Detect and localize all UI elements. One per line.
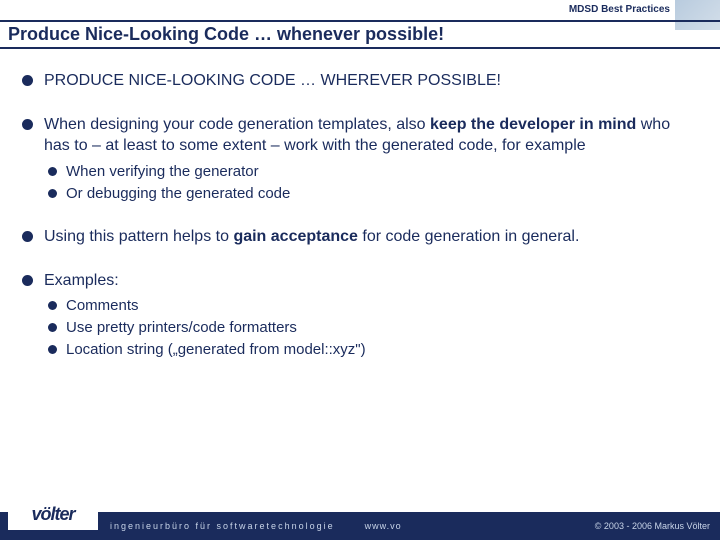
slide-title: Produce Nice-Looking Code … whenever pos… bbox=[8, 24, 712, 45]
b4-sub1: Comments bbox=[44, 295, 700, 317]
b4-sub3: Location string („generated from model::… bbox=[44, 339, 700, 361]
b2-text-a: When designing your code generation temp… bbox=[44, 116, 430, 133]
b4-sub2: Use pretty printers/code formatters bbox=[44, 317, 700, 339]
footer-copyright: © 2003 - 2006 Markus Völter bbox=[595, 521, 710, 531]
content-area: PRODUCE NICE-LOOKING CODE … WHEREVER POS… bbox=[20, 70, 700, 383]
footer-bar: ingenieurbüro für softwaretechnologie ww… bbox=[0, 512, 720, 540]
footer-url: www.vo bbox=[365, 521, 402, 531]
b2-sub1: When verifying the generator bbox=[44, 161, 700, 183]
logo-text: völter bbox=[31, 504, 74, 525]
bullet-4: Examples: Comments Use pretty printers/c… bbox=[20, 270, 700, 361]
bullet-3: Using this pattern helps to gain accepta… bbox=[20, 226, 700, 248]
b2-bold: keep the developer in mind bbox=[430, 116, 636, 133]
b2-sub2: Or debugging the generated code bbox=[44, 183, 700, 205]
b3-text-b: for code generation in general. bbox=[358, 228, 579, 245]
title-bar: Produce Nice-Looking Code … whenever pos… bbox=[0, 20, 720, 49]
header-tag: MDSD Best Practices bbox=[569, 4, 670, 15]
b3-bold: gain acceptance bbox=[233, 228, 358, 245]
footer-tagline: ingenieurbüro für softwaretechnologie bbox=[110, 521, 335, 531]
bullet-1: PRODUCE NICE-LOOKING CODE … WHEREVER POS… bbox=[20, 70, 700, 92]
logo: völter bbox=[8, 498, 98, 530]
b4-label: Examples: bbox=[44, 272, 119, 289]
b3-text-a: Using this pattern helps to bbox=[44, 228, 233, 245]
bullet-2: When designing your code generation temp… bbox=[20, 114, 700, 205]
